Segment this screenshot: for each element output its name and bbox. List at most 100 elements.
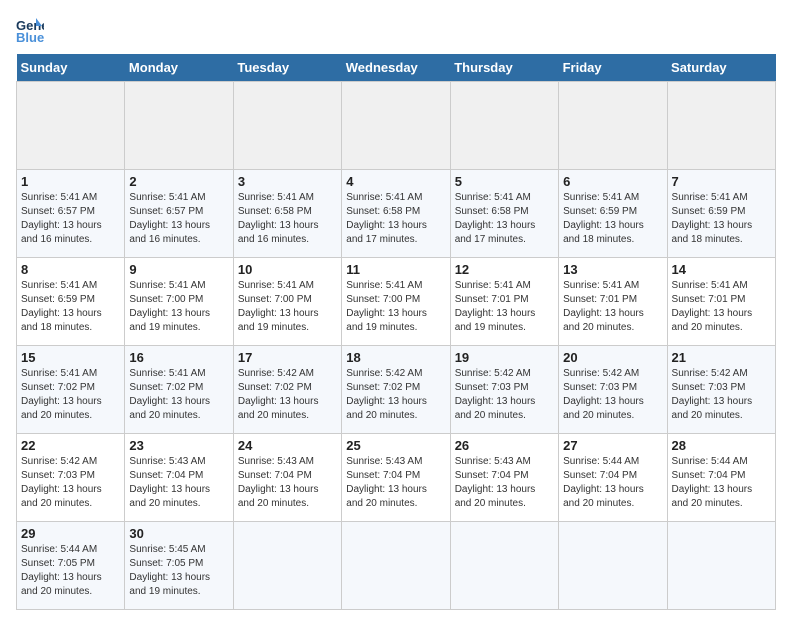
day-info: Sunrise: 5:41 AMSunset: 6:59 PMDaylight:… [563,191,662,247]
table-row: 28 Sunrise: 5:44 AMSunset: 7:04 PMDayligh… [667,434,775,522]
table-row: 11 Sunrise: 5:41 AMSunset: 7:00 PMDayligh… [342,258,450,346]
day-info: Sunrise: 5:44 AMSunset: 7:04 PMDaylight:… [672,455,771,511]
day-number: 4 [346,174,445,189]
table-row [559,522,667,610]
calendar-body: 1 Sunrise: 5:41 AMSunset: 6:57 PMDaylight… [17,82,776,610]
table-row [559,82,667,170]
day-info: Sunrise: 5:42 AMSunset: 7:02 PMDaylight:… [238,367,337,423]
day-info: Sunrise: 5:42 AMSunset: 7:03 PMDaylight:… [455,367,554,423]
day-number: 17 [238,350,337,365]
day-info: Sunrise: 5:44 AMSunset: 7:04 PMDaylight:… [563,455,662,511]
table-row: 24 Sunrise: 5:43 AMSunset: 7:04 PMDayligh… [233,434,341,522]
day-info: Sunrise: 5:42 AMSunset: 7:03 PMDaylight:… [672,367,771,423]
table-row [667,522,775,610]
table-row: 25 Sunrise: 5:43 AMSunset: 7:04 PMDayligh… [342,434,450,522]
table-row: 20 Sunrise: 5:42 AMSunset: 7:03 PMDayligh… [559,346,667,434]
day-info: Sunrise: 5:41 AMSunset: 7:02 PMDaylight:… [21,367,120,423]
table-row: 21 Sunrise: 5:42 AMSunset: 7:03 PMDayligh… [667,346,775,434]
day-number: 23 [129,438,228,453]
table-row [233,82,341,170]
day-number: 29 [21,526,120,541]
day-number: 9 [129,262,228,277]
table-row: 1 Sunrise: 5:41 AMSunset: 6:57 PMDaylight… [17,170,125,258]
day-number: 1 [21,174,120,189]
day-info: Sunrise: 5:41 AMSunset: 6:57 PMDaylight:… [21,191,120,247]
col-monday: Monday [125,54,233,82]
day-number: 12 [455,262,554,277]
day-info: Sunrise: 5:41 AMSunset: 7:00 PMDaylight:… [238,279,337,335]
table-row: 4 Sunrise: 5:41 AMSunset: 6:58 PMDaylight… [342,170,450,258]
table-row: 19 Sunrise: 5:42 AMSunset: 7:03 PMDayligh… [450,346,558,434]
logo-icon: General Blue [16,16,44,44]
day-number: 27 [563,438,662,453]
col-wednesday: Wednesday [342,54,450,82]
day-number: 22 [21,438,120,453]
day-info: Sunrise: 5:41 AMSunset: 6:59 PMDaylight:… [21,279,120,335]
day-info: Sunrise: 5:41 AMSunset: 7:01 PMDaylight:… [455,279,554,335]
day-number: 18 [346,350,445,365]
table-row [342,82,450,170]
table-row [233,522,341,610]
day-number: 14 [672,262,771,277]
table-row [450,82,558,170]
col-saturday: Saturday [667,54,775,82]
day-number: 7 [672,174,771,189]
day-number: 6 [563,174,662,189]
day-number: 11 [346,262,445,277]
day-info: Sunrise: 5:41 AMSunset: 7:01 PMDaylight:… [563,279,662,335]
day-info: Sunrise: 5:43 AMSunset: 7:04 PMDaylight:… [238,455,337,511]
day-number: 19 [455,350,554,365]
table-row: 13Sunrise: 5:41 AMSunset: 7:01 PMDayligh… [559,258,667,346]
calendar-week-row: 29 Sunrise: 5:44 AMSunset: 7:05 PMDayligh… [17,522,776,610]
table-row: 12 Sunrise: 5:41 AMSunset: 7:01 PMDayligh… [450,258,558,346]
col-tuesday: Tuesday [233,54,341,82]
calendar-week-row: 22Sunrise: 5:42 AMSunset: 7:03 PMDayligh… [17,434,776,522]
day-number: 15 [21,350,120,365]
day-number: 25 [346,438,445,453]
table-row: 18Sunrise: 5:42 AMSunset: 7:02 PMDayligh… [342,346,450,434]
calendar-week-row: 15 Sunrise: 5:41 AMSunset: 7:02 PMDayligh… [17,346,776,434]
day-number: 24 [238,438,337,453]
calendar-header-row: Sunday Monday Tuesday Wednesday Thursday… [17,54,776,82]
day-number: 3 [238,174,337,189]
svg-text:Blue: Blue [16,30,44,44]
day-number: 20 [563,350,662,365]
day-info: Sunrise: 5:44 AMSunset: 7:05 PMDaylight:… [21,543,120,599]
day-info: Sunrise: 5:41 AMSunset: 7:02 PMDaylight:… [129,367,228,423]
calendar-table: Sunday Monday Tuesday Wednesday Thursday… [16,54,776,610]
day-number: 26 [455,438,554,453]
table-row: 14Sunrise: 5:41 AMSunset: 7:01 PMDayligh… [667,258,775,346]
day-info: Sunrise: 5:43 AMSunset: 7:04 PMDaylight:… [455,455,554,511]
day-number: 10 [238,262,337,277]
table-row [125,82,233,170]
table-row: 17 Sunrise: 5:42 AMSunset: 7:02 PMDayligh… [233,346,341,434]
table-row: 22Sunrise: 5:42 AMSunset: 7:03 PMDayligh… [17,434,125,522]
day-number: 30 [129,526,228,541]
logo: General Blue [16,16,48,44]
day-number: 5 [455,174,554,189]
table-row: 26 Sunrise: 5:43 AMSunset: 7:04 PMDayligh… [450,434,558,522]
day-info: Sunrise: 5:43 AMSunset: 7:04 PMDaylight:… [346,455,445,511]
day-info: Sunrise: 5:41 AMSunset: 6:58 PMDaylight:… [346,191,445,247]
table-row: 5Sunrise: 5:41 AMSunset: 6:58 PMDaylight… [450,170,558,258]
table-row: 9Sunrise: 5:41 AMSunset: 7:00 PMDaylight… [125,258,233,346]
table-row: 10 Sunrise: 5:41 AMSunset: 7:00 PMDayligh… [233,258,341,346]
day-info: Sunrise: 5:41 AMSunset: 7:00 PMDaylight:… [346,279,445,335]
day-number: 28 [672,438,771,453]
table-row [450,522,558,610]
day-info: Sunrise: 5:45 AMSunset: 7:05 PMDaylight:… [129,543,228,599]
table-row: 2Sunrise: 5:41 AMSunset: 6:57 PMDaylight… [125,170,233,258]
col-thursday: Thursday [450,54,558,82]
table-row: 7 Sunrise: 5:41 AMSunset: 6:59 PMDaylight… [667,170,775,258]
calendar-week-row: 1 Sunrise: 5:41 AMSunset: 6:57 PMDaylight… [17,170,776,258]
day-number: 16 [129,350,228,365]
day-info: Sunrise: 5:42 AMSunset: 7:03 PMDaylight:… [563,367,662,423]
day-number: 2 [129,174,228,189]
page-header: General Blue [16,16,776,44]
calendar-week-row: 8Sunrise: 5:41 AMSunset: 6:59 PMDaylight… [17,258,776,346]
table-row: 6 Sunrise: 5:41 AMSunset: 6:59 PMDaylight… [559,170,667,258]
col-friday: Friday [559,54,667,82]
table-row [17,82,125,170]
day-number: 21 [672,350,771,365]
day-info: Sunrise: 5:41 AMSunset: 6:59 PMDaylight:… [672,191,771,247]
